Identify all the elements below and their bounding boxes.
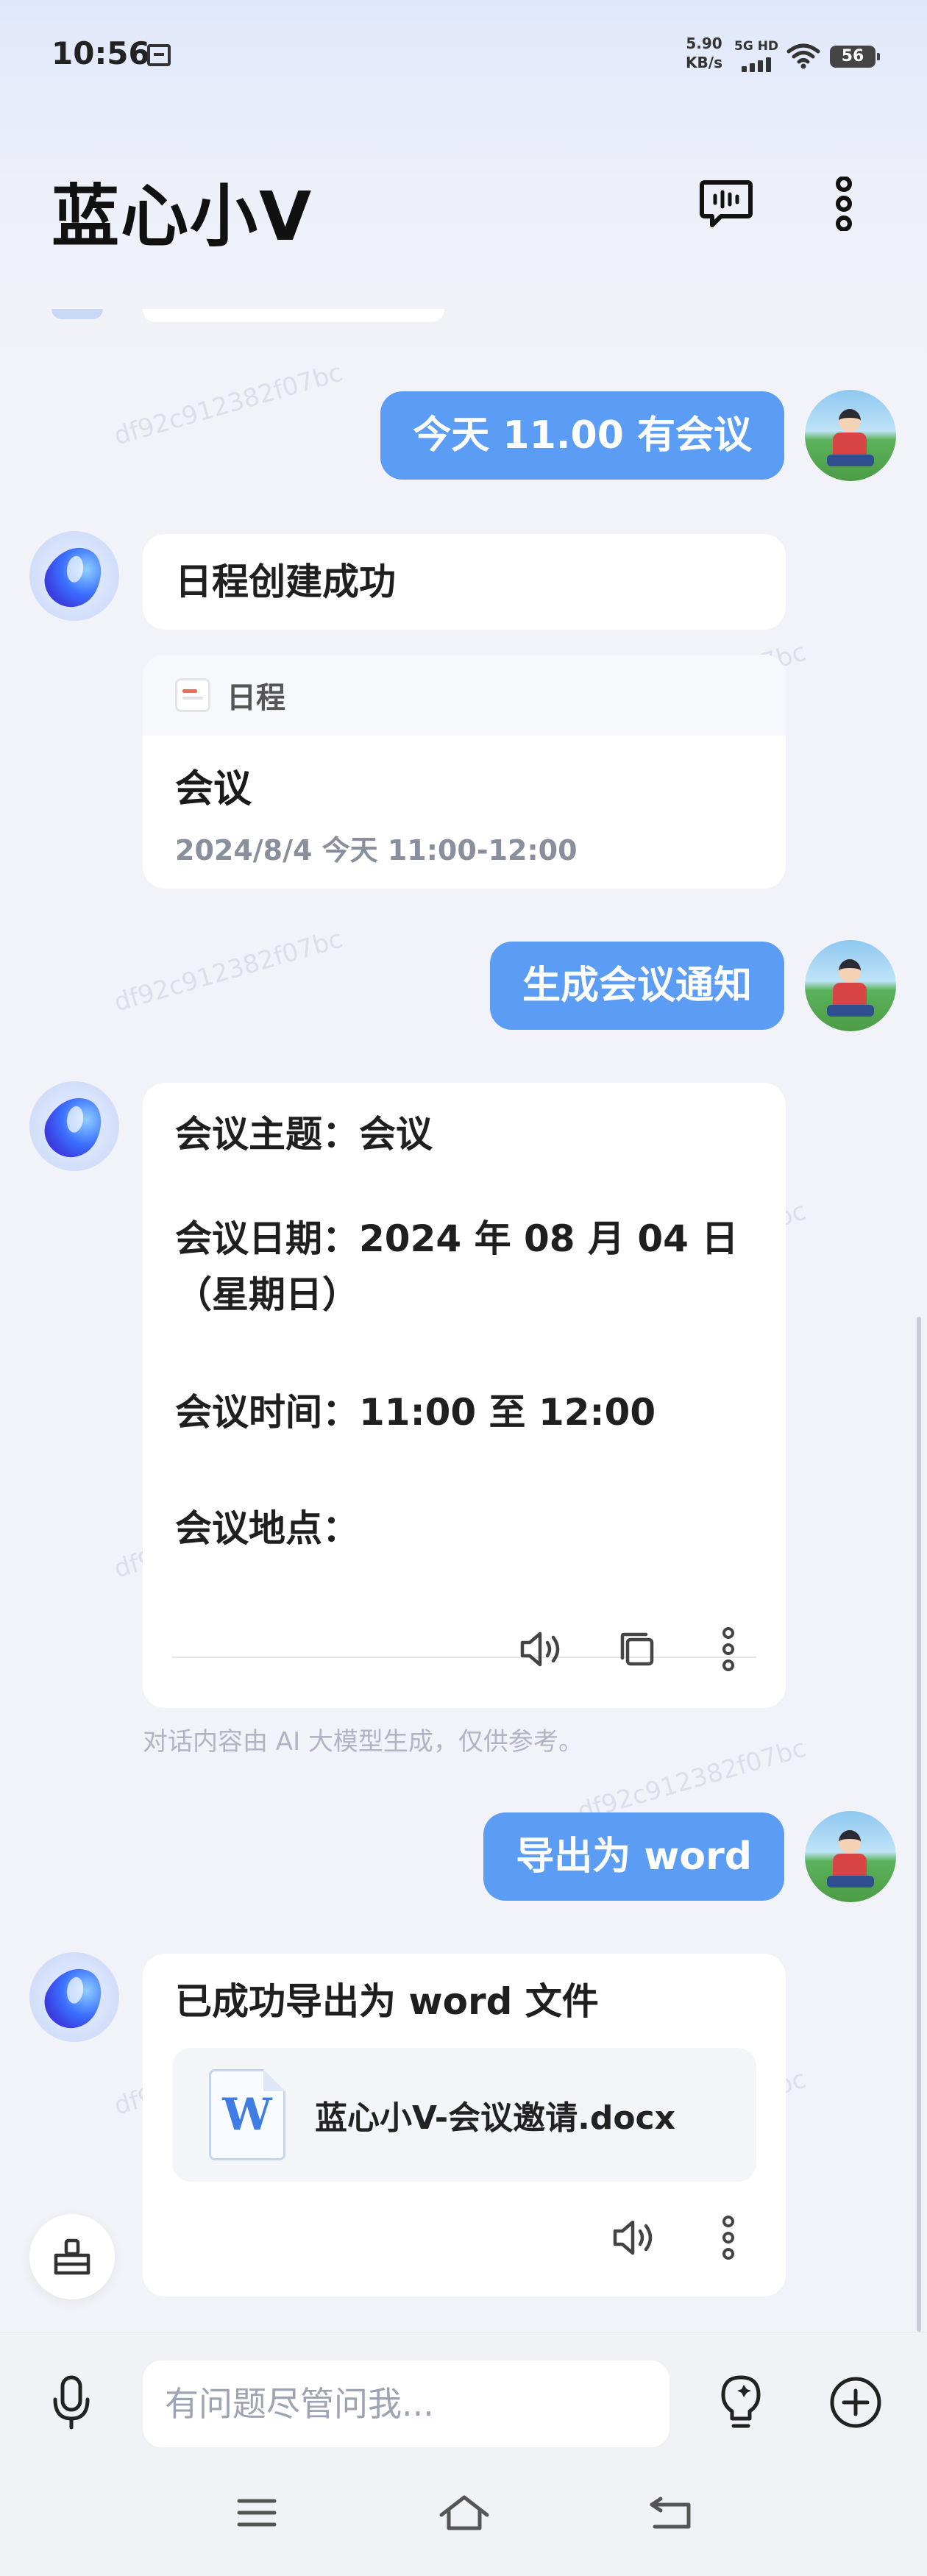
menu-icon[interactable] [224,2480,290,2546]
back-icon[interactable] [637,2480,703,2546]
word-file-card[interactable]: W 蓝心小V-会议邀请.docx [172,2048,756,2182]
chat-area[interactable]: df92c912382f07bc df92c912382f07bc df92c9… [0,280,927,2332]
user-avatar[interactable] [805,940,896,1031]
wifi-icon [786,43,820,69]
more-options-icon[interactable] [702,1623,755,1676]
battery-indicator: 56 [830,46,880,68]
status-bar: 10:56 5.90 KB/s 5G HD 56 [0,0,927,110]
meeting-topic: 会议主题：会议 [175,1113,433,1156]
bot-avatar [29,531,119,621]
network-type: 5G HD [734,39,779,54]
user-message[interactable]: 生成会议通知 [489,942,784,1030]
meeting-date: 会议日期：2024 年 08 月 04 日（星期日） [175,1217,739,1316]
watermark: df92c912382f07bc [110,924,347,1018]
user-avatar[interactable] [805,390,896,481]
clear-chat-button[interactable] [29,2214,115,2299]
meeting-location: 会议地点： [175,1507,359,1550]
export-result-message[interactable]: 已成功导出为 word 文件 W 蓝心小V-会议邀请.docx [143,1954,786,2296]
speaker-icon[interactable] [516,1623,569,1676]
watermark: df92c912382f07bc [110,357,347,452]
network-speed-unit: KB/s [686,54,722,71]
speaker-icon[interactable] [609,2211,662,2264]
lightbulb-icon[interactable] [708,2369,774,2436]
status-time: 10:56 [52,35,150,71]
copy-icon[interactable] [611,1623,664,1676]
calendar-icon [147,44,171,66]
user-avatar[interactable] [805,1811,896,1902]
bot-avatar [29,1952,119,2042]
schedule-card-label: 日程 [227,681,285,715]
network-speed: 5.90 KB/s [683,34,725,72]
input-bar: 有问题尽管问我... [0,2332,927,2576]
scrollbar[interactable] [917,1317,921,2332]
previous-avatar-edge [52,309,103,319]
meeting-notice-message[interactable]: 会议主题：会议 会议日期：2024 年 08 月 04 日（星期日） 会议时间：… [143,1083,786,1708]
ai-disclaimer: 对话内容由 AI 大模型生成，仅供参考。 [143,1727,583,1757]
voice-message-icon[interactable] [693,171,759,237]
user-message[interactable]: 今天 11.00 有会议 [380,391,784,480]
schedule-time: 2024/8/4 今天 11:00-12:00 [175,834,578,867]
network-speed-value: 5.90 [686,35,722,52]
meeting-time: 会议时间：11:00 至 12:00 [175,1391,656,1434]
schedule-card[interactable]: 日程 会议 2024/8/4 今天 11:00-12:00 [143,655,786,889]
signal-icon [742,57,771,72]
home-icon[interactable] [431,2480,497,2546]
bot-message[interactable]: 日程创建成功 [143,534,786,630]
word-file-letter: W [222,2089,272,2141]
user-message[interactable]: 导出为 word [483,1812,784,1901]
schedule-card-header: 日程 [143,655,786,736]
more-options-icon[interactable] [702,2211,755,2264]
add-circle-icon[interactable] [823,2369,889,2436]
word-file-name: 蓝心小V-会议邀请.docx [315,2099,676,2137]
previous-message-edge [143,309,444,322]
bot-message-text: 日程创建成功 [175,561,396,603]
microphone-icon[interactable] [38,2369,104,2436]
message-input[interactable]: 有问题尽管问我... [143,2360,670,2447]
bot-avatar [29,1081,119,1171]
schedule-icon [175,678,210,712]
schedule-title: 会议 [175,767,252,811]
export-result-text: 已成功导出为 word 文件 [175,1980,599,2023]
broom-icon [54,2238,90,2275]
app-title: 蓝心小V [52,177,313,256]
word-file-icon: W [209,2069,285,2160]
divider [172,1657,756,1658]
more-vertical-icon[interactable] [811,171,877,237]
